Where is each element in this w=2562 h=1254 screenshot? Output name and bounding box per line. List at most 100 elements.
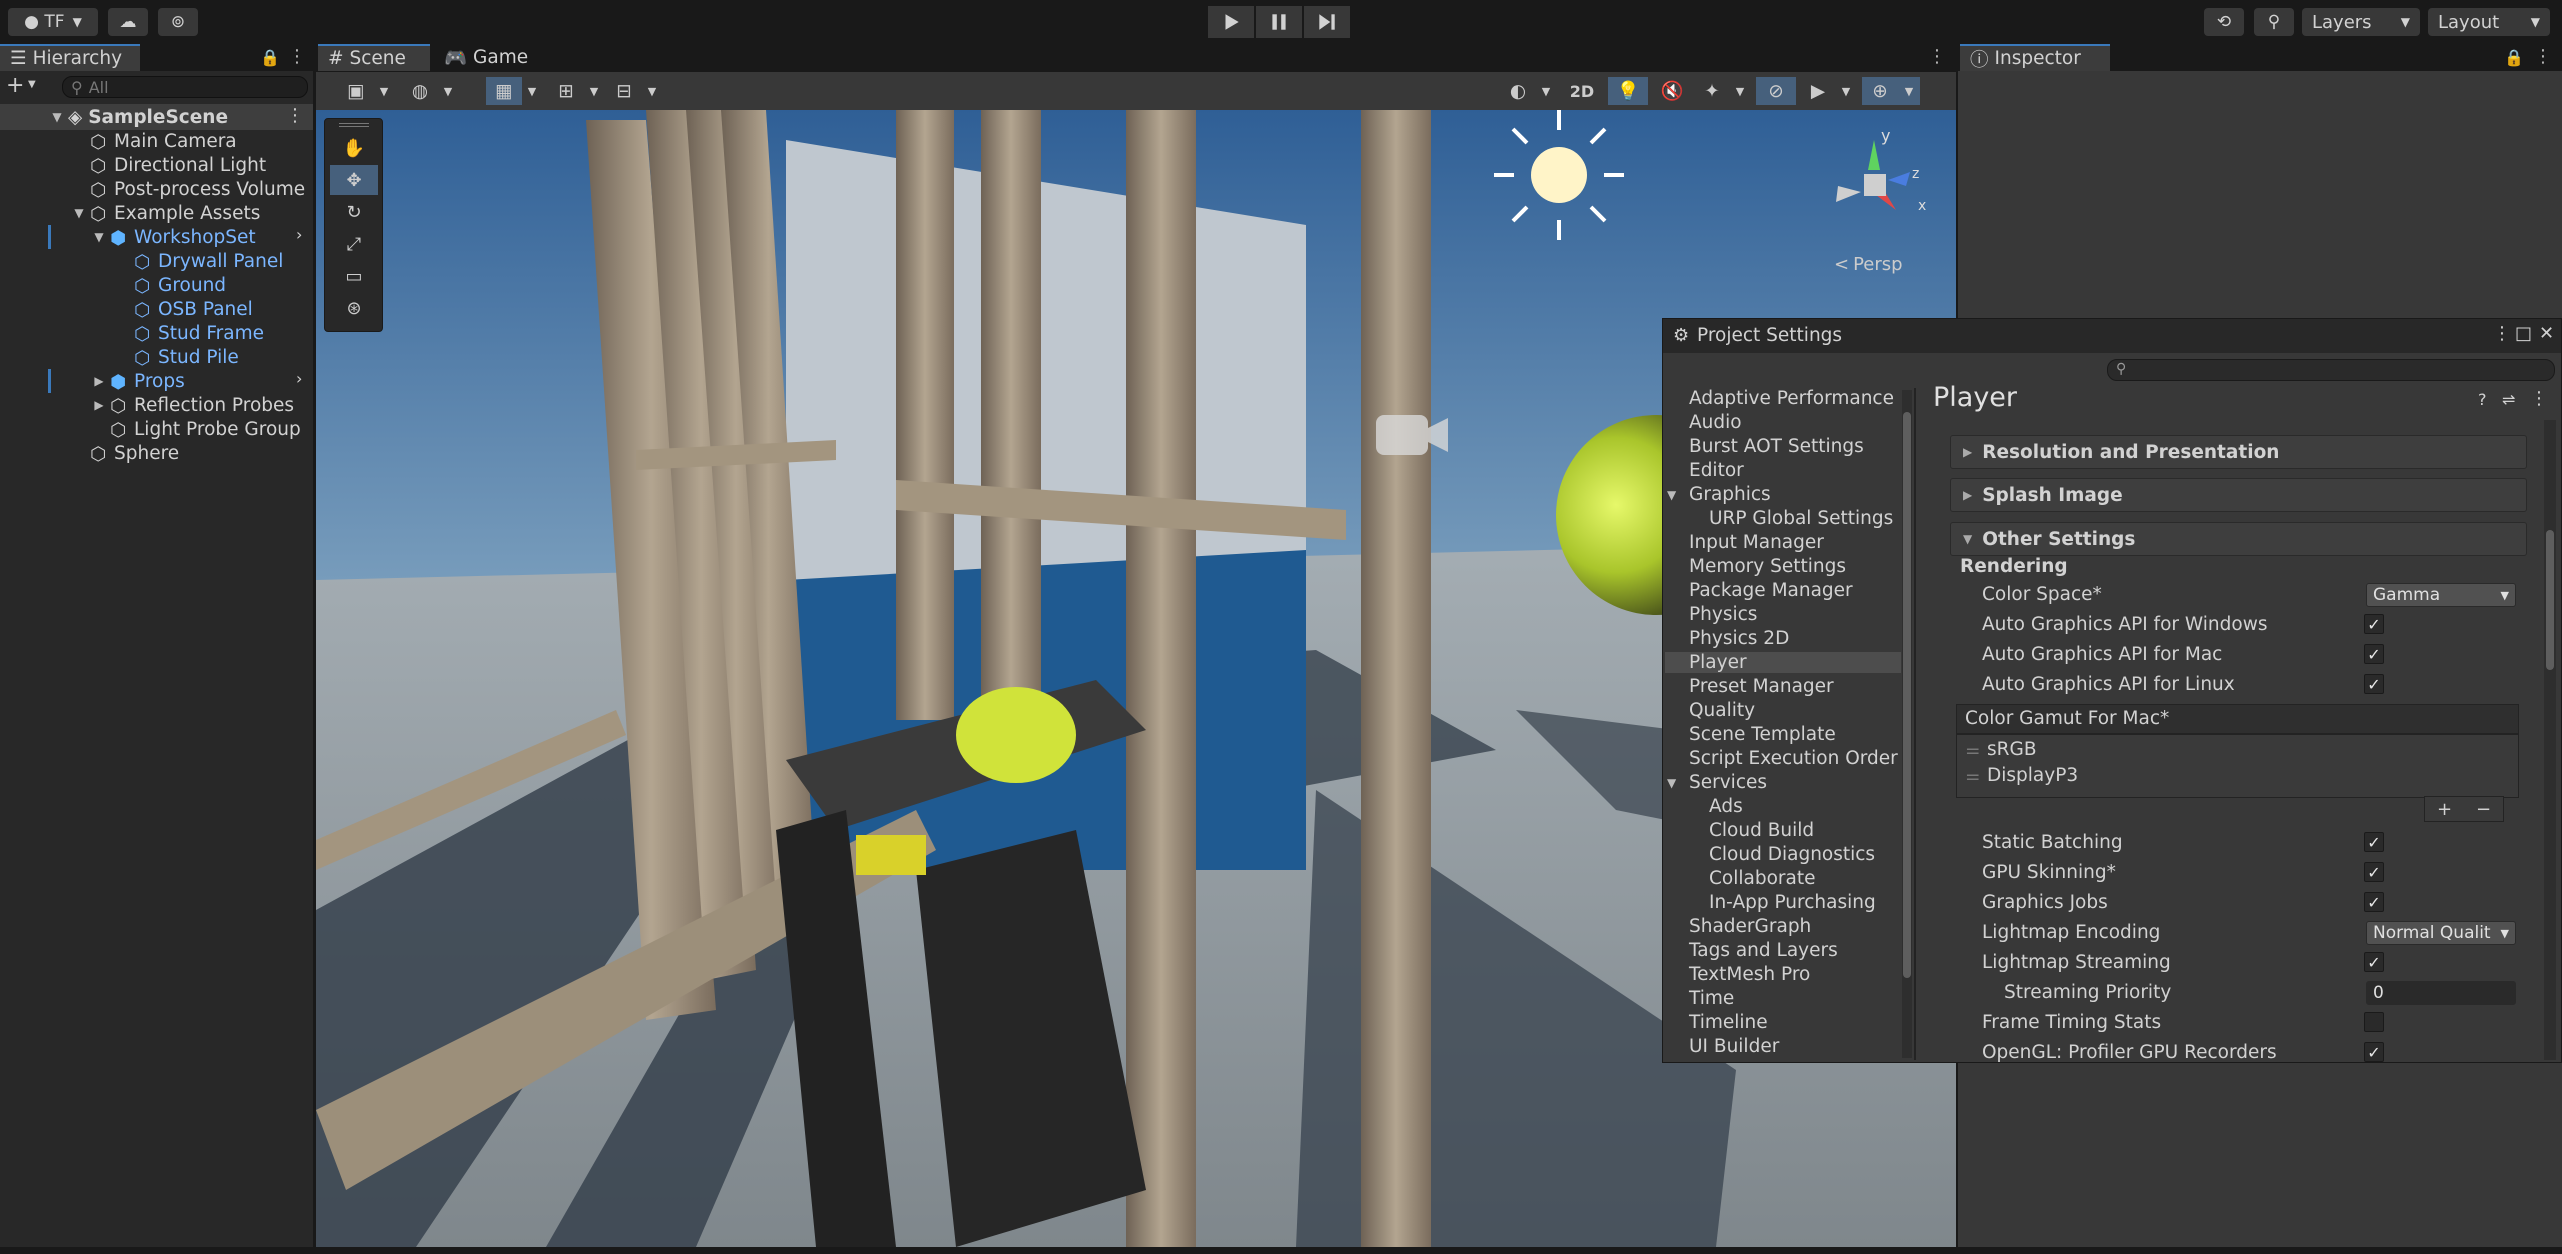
hierarchy-search-input[interactable]: ⚲ All <box>62 76 308 98</box>
category-adaptive-performance[interactable]: Adaptive Performance <box>1689 388 1894 409</box>
hierarchy-item-stud-frame[interactable]: ⬡ Stud Frame <box>134 321 264 346</box>
tab-scene[interactable]: # Scene <box>318 44 430 71</box>
settings-scrollbar[interactable] <box>2544 420 2556 1060</box>
category-graphics[interactable]: Graphics <box>1689 484 1771 505</box>
scene-header[interactable]: ▼ ◈ SampleScene <box>50 105 228 129</box>
category-timeline[interactable]: Timeline <box>1689 1012 1768 1033</box>
category-cloud-diagnostics[interactable]: Cloud Diagnostics <box>1709 844 1875 865</box>
more-menu-icon[interactable]: ⋮ <box>2493 323 2511 344</box>
chevron-down-icon[interactable]: ▼ <box>1536 77 1556 105</box>
hand-tool[interactable]: ✋ <box>330 133 378 163</box>
scale-tool[interactable]: ⤢ <box>330 229 378 259</box>
hierarchy-item-reflection-probes[interactable]: ▶ ⬡ Reflection Probes <box>92 393 294 418</box>
category-editor[interactable]: Editor <box>1689 460 1744 481</box>
drag-handle-icon[interactable] <box>339 123 369 127</box>
category-ads[interactable]: Ads <box>1709 796 1743 817</box>
history-button[interactable]: ⟲ <box>2204 8 2244 36</box>
persp-label[interactable]: < Persp <box>1834 254 1903 275</box>
scrollbar-thumb[interactable] <box>2546 530 2554 670</box>
hierarchy-item-post-process[interactable]: ⬡ Post-process Volume <box>90 177 305 202</box>
orientation-button[interactable]: ◍ <box>402 77 438 105</box>
gizmo-axis-z[interactable]: z <box>1912 166 1919 182</box>
category-ui-builder[interactable]: UI Builder <box>1689 1036 1779 1057</box>
chevron-right-icon[interactable]: › <box>296 369 302 388</box>
help-icon[interactable]: ? <box>2478 390 2487 409</box>
category-input-manager[interactable]: Input Manager <box>1689 532 1824 553</box>
section-other[interactable]: ▼ Other Settings <box>1950 522 2527 556</box>
hierarchy-item-workshopset[interactable]: ▼ ⬢ WorkshopSet <box>92 225 255 250</box>
effects-button[interactable]: ✦ <box>1694 77 1730 105</box>
maximize-icon[interactable]: □ <box>2515 323 2532 344</box>
color-space-dropdown[interactable]: Gamma ▼ <box>2366 583 2516 607</box>
lighting-toggle[interactable]: 💡 <box>1608 77 1648 105</box>
more-menu-icon[interactable]: ⋮ <box>2534 46 2552 67</box>
tab-game[interactable]: 🎮 Game <box>434 44 534 71</box>
category-in-app-purchasing[interactable]: In-App Purchasing <box>1709 892 1876 913</box>
frame-timing-checkbox[interactable] <box>2364 1012 2384 1032</box>
close-icon[interactable]: ✕ <box>2539 323 2554 344</box>
opengl-profiler-checkbox[interactable]: ✓ <box>2364 1042 2384 1062</box>
chevron-down-icon[interactable]: ▼ <box>374 77 394 105</box>
chevron-down-icon[interactable]: ▼ <box>1730 77 1750 105</box>
drag-handle-icon[interactable]: = <box>1965 741 1981 762</box>
category-player[interactable]: Player <box>1665 652 1901 673</box>
chevron-down-icon[interactable]: ▼ <box>584 77 604 105</box>
chevron-down-icon[interactable]: ▼ <box>1898 77 1920 105</box>
hierarchy-item-ground[interactable]: ⬡ Ground <box>134 273 226 298</box>
category-textmesh-pro[interactable]: TextMesh Pro <box>1689 964 1810 985</box>
camera-button[interactable]: ▶ <box>1800 77 1836 105</box>
drag-handle-icon[interactable]: = <box>1965 767 1981 788</box>
section-resolution[interactable]: ▶ Resolution and Presentation <box>1950 435 2527 469</box>
section-splash[interactable]: ▶ Splash Image <box>1950 478 2527 512</box>
category-package-manager[interactable]: Package Manager <box>1689 580 1853 601</box>
add-icon[interactable]: + <box>6 73 24 98</box>
hierarchy-item-sphere[interactable]: ⬡ Sphere <box>90 441 179 466</box>
category-collaborate[interactable]: Collaborate <box>1709 868 1816 889</box>
project-settings-titlebar[interactable]: ⚙ Project Settings ⋮ □ ✕ <box>1663 319 2561 353</box>
settings-search-input[interactable]: ⚲ <box>2107 359 2555 381</box>
audio-toggle[interactable]: 🔇 <box>1652 77 1692 105</box>
increment-snap-button[interactable]: ⊞ <box>548 77 584 105</box>
auto-api-linux-checkbox[interactable]: ✓ <box>2364 674 2384 694</box>
gpu-skinning-checkbox[interactable]: ✓ <box>2364 862 2384 882</box>
mode-2d-button[interactable]: 2D <box>1562 77 1602 105</box>
lightmap-encoding-dropdown[interactable]: Normal Qualit ▼ <box>2366 921 2516 945</box>
chevron-down-icon[interactable]: ▼ <box>522 77 542 105</box>
collab-button[interactable]: ⊚ <box>158 8 198 36</box>
scene-more-icon[interactable]: ⋮ <box>1928 46 1946 67</box>
split-divider[interactable] <box>1914 388 1916 1060</box>
expand-triangle-icon[interactable]: ▶ <box>92 398 106 412</box>
category-services[interactable]: Services <box>1689 772 1767 793</box>
shading-button[interactable]: ◐ <box>1500 77 1536 105</box>
category-memory-settings[interactable]: Memory Settings <box>1689 556 1846 577</box>
static-batching-checkbox[interactable]: ✓ <box>2364 832 2384 852</box>
category-time[interactable]: Time <box>1689 988 1734 1009</box>
hierarchy-item-light-probe-group[interactable]: ⬡ Light Probe Group <box>110 417 301 442</box>
category-physics-2d[interactable]: Physics 2D <box>1689 628 1789 649</box>
tab-inspector[interactable]: ⓘ Inspector <box>1960 44 2110 71</box>
expand-triangle-icon[interactable]: ▼ <box>1667 488 1676 502</box>
expand-triangle-icon[interactable]: ▼ <box>50 110 64 124</box>
gamut-item[interactable]: sRGB <box>1987 739 2037 760</box>
lightmap-streaming-checkbox[interactable]: ✓ <box>2364 952 2384 972</box>
streaming-priority-input[interactable]: 0 <box>2366 981 2516 1005</box>
category-scrollbar[interactable] <box>1902 390 1912 1058</box>
hierarchy-item-directional-light[interactable]: ⬡ Directional Light <box>90 153 266 178</box>
category-preset-manager[interactable]: Preset Manager <box>1689 676 1834 697</box>
category-scene-template[interactable]: Scene Template <box>1689 724 1836 745</box>
rect-tool[interactable]: ▭ <box>330 261 378 291</box>
category-quality[interactable]: Quality <box>1689 700 1755 721</box>
category-tags-layers[interactable]: Tags and Layers <box>1689 940 1838 961</box>
expand-triangle-icon[interactable]: ▼ <box>1667 776 1676 790</box>
expand-triangle-icon[interactable]: ▼ <box>92 230 106 244</box>
play-button[interactable] <box>1208 6 1254 38</box>
step-button[interactable] <box>1304 6 1350 38</box>
gizmo-axis-x[interactable]: x <box>1918 198 1926 214</box>
chevron-right-icon[interactable]: › <box>296 225 302 244</box>
category-shadergraph[interactable]: ShaderGraph <box>1689 916 1811 937</box>
category-audio[interactable]: Audio <box>1689 412 1742 433</box>
account-dropdown[interactable]: ● TF ▼ <box>8 8 98 36</box>
category-burst-aot[interactable]: Burst AOT Settings <box>1689 436 1864 457</box>
gamut-item[interactable]: DisplayP3 <box>1987 765 2078 786</box>
category-urp-global[interactable]: URP Global Settings <box>1709 508 1893 529</box>
